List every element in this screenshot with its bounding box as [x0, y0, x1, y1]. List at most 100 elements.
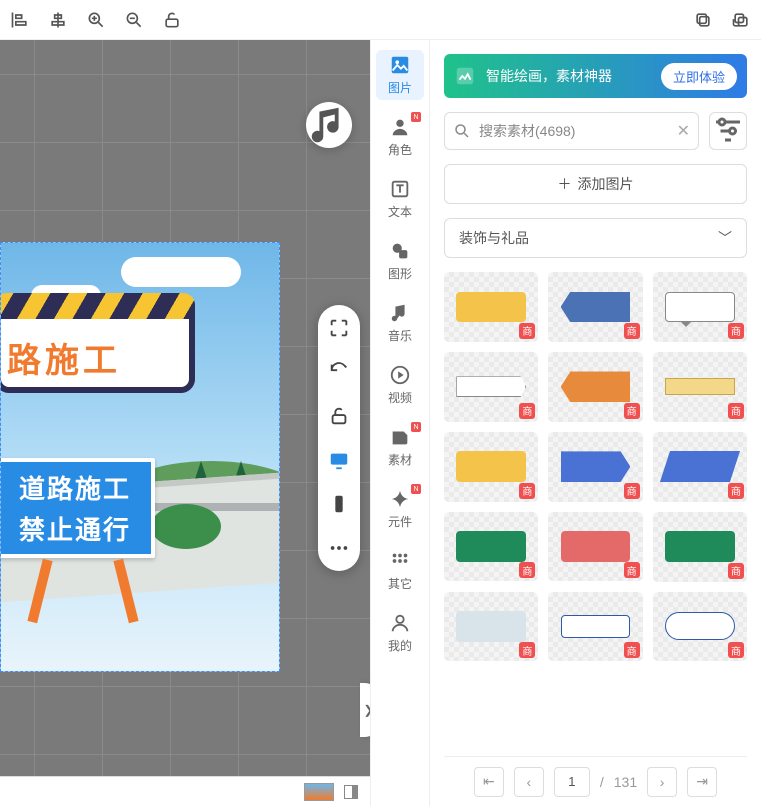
asset-item[interactable]: 商 [653, 272, 747, 342]
plus-icon: ＋ [558, 174, 572, 194]
nav-item-component[interactable]: 元件N [376, 484, 424, 534]
nav-item-text[interactable]: 文本 [376, 174, 424, 224]
nav-label: 音乐 [388, 327, 412, 344]
mine-icon [389, 612, 411, 634]
sign-stand-icon [3, 559, 163, 629]
commercial-badge: 商 [728, 483, 744, 499]
commercial-badge: 商 [624, 642, 640, 658]
rotate-icon[interactable] [328, 361, 350, 383]
commercial-badge: 商 [624, 323, 640, 339]
commercial-badge: 商 [519, 323, 535, 339]
filter-button[interactable] [709, 112, 747, 150]
other-icon [389, 550, 411, 572]
asset-item[interactable]: 商 [444, 512, 538, 582]
page-thumbnail[interactable] [304, 783, 334, 801]
canvas-area[interactable]: 路施工 道路施工 禁止通行 ❯ [0, 40, 370, 806]
layout-toggle-icon[interactable] [344, 785, 358, 799]
clear-icon[interactable]: ✕ [677, 121, 690, 141]
road-closed-sign[interactable]: 道路施工 禁止通行 [0, 458, 155, 558]
mobile-icon[interactable] [328, 493, 350, 515]
category-nav-rail: 图片角色N 文本图形音乐视频素材 N 元件N 其它我的 [370, 40, 430, 806]
selected-artboard[interactable]: 路施工 道路施工 禁止通行 [0, 242, 280, 672]
unlock-icon[interactable] [328, 405, 350, 427]
bush-icon [151, 504, 221, 549]
copy-icon[interactable] [693, 10, 713, 30]
music-icon [389, 302, 411, 324]
nav-item-video[interactable]: 视频 [376, 360, 424, 410]
asset-item[interactable]: 商 [653, 592, 747, 662]
more-icon[interactable] [328, 537, 350, 559]
ai-paint-icon [454, 65, 476, 87]
asset-item[interactable]: 商 [653, 512, 747, 582]
nav-item-material[interactable]: 素材 N [376, 422, 424, 472]
commercial-badge: 商 [519, 403, 535, 419]
main-area: 路施工 道路施工 禁止通行 ❯ 图片角色N 文本图形音乐视频素材 N 元件N 其它我的 [0, 40, 761, 806]
sign-line-2: 禁止通行 [19, 508, 131, 549]
align-left-icon[interactable] [10, 10, 30, 30]
page-input[interactable] [554, 767, 590, 797]
construction-sign[interactable]: 路施工 [0, 293, 195, 393]
asset-item[interactable]: 商 [548, 432, 642, 502]
asset-item[interactable]: 商 [653, 432, 747, 502]
asset-item[interactable]: 商 [548, 512, 642, 582]
text-icon [389, 178, 411, 200]
commercial-badge: 商 [624, 562, 640, 578]
canvas-bottom-bar [0, 776, 370, 806]
nav-item-image[interactable]: 图片 [376, 50, 424, 100]
nav-item-mine[interactable]: 我的 [376, 608, 424, 658]
asset-item[interactable]: 商 [548, 592, 642, 662]
promo-cta-button[interactable]: 立即体验 [661, 63, 737, 90]
material-icon [389, 426, 411, 448]
align-center-icon[interactable] [48, 10, 68, 30]
asset-item[interactable]: 商 [444, 432, 538, 502]
component-icon [389, 488, 411, 510]
promo-banner[interactable]: 智能绘画，素材神器 立即体验 [444, 54, 747, 98]
copy-group-icon[interactable] [731, 10, 751, 30]
expand-panel-tab[interactable]: ❯ [360, 683, 370, 737]
page-prev-button[interactable]: ‹ [514, 767, 544, 797]
zoom-out-icon[interactable] [124, 10, 144, 30]
nav-label: 素材 [388, 451, 412, 468]
shape-icon [389, 240, 411, 262]
zoom-in-icon[interactable] [86, 10, 106, 30]
fullscreen-icon[interactable] [328, 317, 350, 339]
nav-item-shape[interactable]: 图形 [376, 236, 424, 286]
music-fab[interactable] [306, 102, 352, 148]
asset-item[interactable]: 商 [653, 352, 747, 422]
asset-item[interactable]: 商 [444, 352, 538, 422]
page-last-button[interactable]: ⇥ [687, 767, 717, 797]
search-input[interactable]: 搜索素材(4698) ✕ [444, 112, 699, 150]
new-badge: N [411, 422, 421, 432]
cloud-icon [121, 257, 241, 287]
nav-label: 图形 [388, 265, 412, 282]
category-select[interactable]: 装饰与礼品 ﹀ [444, 218, 747, 258]
commercial-badge: 商 [519, 642, 535, 658]
commercial-badge: 商 [728, 323, 744, 339]
role-icon [389, 116, 411, 138]
commercial-badge: 商 [728, 403, 744, 419]
desktop-icon[interactable] [328, 449, 350, 471]
nav-item-role[interactable]: 角色N [376, 112, 424, 162]
top-toolbar [0, 0, 761, 40]
video-icon [389, 364, 411, 386]
nav-item-music[interactable]: 音乐 [376, 298, 424, 348]
asset-pager: ⇤ ‹ / 131 › ⇥ [444, 756, 747, 806]
search-icon [453, 122, 471, 140]
sign-line-1: 道路施工 [19, 467, 131, 508]
nav-item-other[interactable]: 其它 [376, 546, 424, 596]
search-placeholder: 搜索素材(4698) [479, 121, 677, 141]
nav-label: 文本 [388, 203, 412, 220]
add-image-button[interactable]: ＋ 添加图片 [444, 164, 747, 204]
asset-item[interactable]: 商 [444, 592, 538, 662]
commercial-badge: 商 [728, 642, 744, 658]
page-next-button[interactable]: › [647, 767, 677, 797]
asset-item[interactable]: 商 [548, 272, 642, 342]
page-first-button[interactable]: ⇤ [474, 767, 504, 797]
canvas-side-toolbar: ❯ [318, 305, 360, 571]
promo-text: 智能绘画，素材神器 [486, 66, 651, 86]
page-sep: / [600, 774, 604, 790]
new-badge: N [411, 112, 421, 122]
asset-item[interactable]: 商 [444, 272, 538, 342]
unlock-icon[interactable] [162, 10, 182, 30]
asset-item[interactable]: 商 [548, 352, 642, 422]
